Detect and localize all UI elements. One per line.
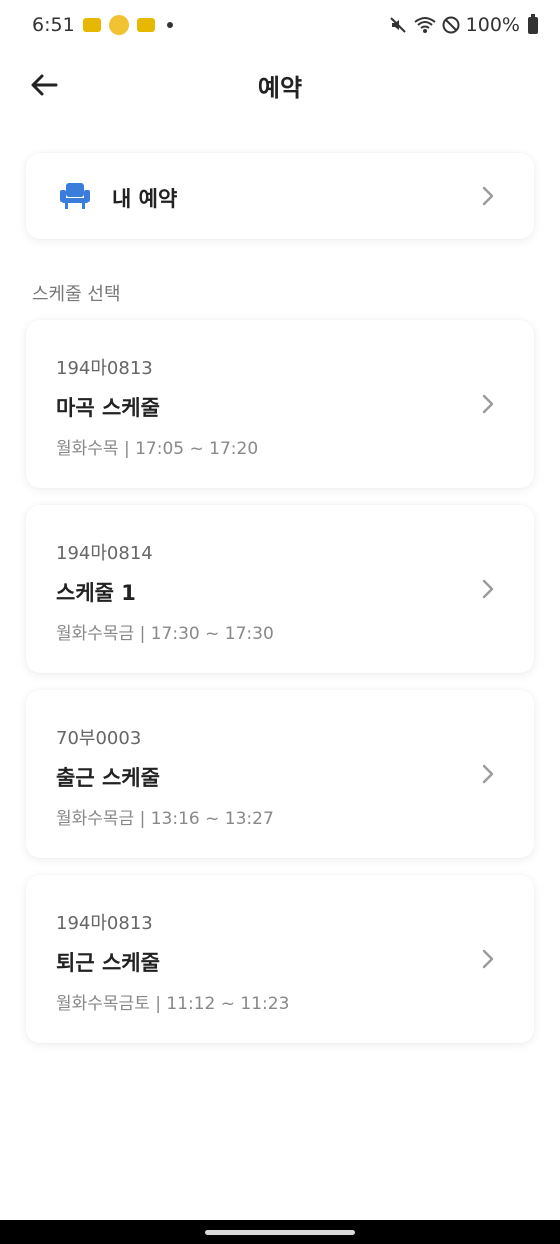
more-notifications-icon: [166, 22, 173, 28]
notification-icon: [108, 15, 129, 35]
schedule-name: 출근 스케줄: [56, 766, 160, 790]
status-right: 100%: [388, 13, 538, 36]
seat-icon: [60, 183, 90, 209]
my-reservation-card[interactable]: 내 예약: [26, 153, 534, 239]
vehicle-plate: 194마0814: [56, 543, 153, 564]
schedule-time: 월화수목금 | 17:30 ~ 17:30: [56, 624, 274, 644]
vehicle-plate: 194마0813: [56, 358, 153, 379]
home-gesture-handle[interactable]: [205, 1230, 355, 1235]
battery-percent: 100%: [465, 14, 520, 36]
chevron-right-icon: [482, 186, 494, 206]
chevron-right-icon: [482, 764, 494, 784]
vehicle-plate: 194마0813: [56, 913, 153, 934]
schedule-name: 마곡 스케줄: [56, 396, 160, 420]
status-left: 6:51: [32, 14, 173, 36]
schedule-time: 월화수목금 | 13:16 ~ 13:27: [56, 809, 274, 829]
reservation-screen: 6:51 100% 예약 내 예약 스케줄 선택 194마0813 마곡 스케줄…: [0, 0, 560, 1244]
arrow-left-icon: [31, 74, 58, 96]
back-button[interactable]: [26, 67, 62, 103]
mute-icon: [389, 17, 406, 33]
app-header: 예약: [0, 50, 560, 120]
wifi-icon: [414, 17, 436, 33]
schedule-name: 스케줄 1: [56, 581, 136, 605]
chevron-right-icon: [482, 394, 494, 414]
schedule-name: 퇴근 스케줄: [56, 951, 160, 975]
section-label: 스케줄 선택: [32, 284, 121, 305]
vehicle-plate: 70부0003: [56, 728, 142, 749]
my-reservation-label: 내 예약: [112, 187, 178, 211]
page-title: 예약: [257, 73, 303, 102]
battery-icon: [528, 13, 538, 34]
schedule-time: 월화수목 | 17:05 ~ 17:20: [56, 439, 259, 459]
chevron-right-icon: [482, 579, 494, 599]
system-nav-bar: [0, 1220, 560, 1244]
notification-icon: [82, 18, 101, 32]
notification-icon: [136, 18, 155, 32]
schedule-card[interactable]: 194마0814 스케줄 1 월화수목금 | 17:30 ~ 17:30: [26, 505, 534, 673]
status-time: 6:51: [32, 14, 75, 36]
schedule-card[interactable]: 70부0003 출근 스케줄 월화수목금 | 13:16 ~ 13:27: [26, 690, 534, 858]
schedule-card[interactable]: 194마0813 마곡 스케줄 월화수목 | 17:05 ~ 17:20: [26, 320, 534, 488]
schedule-time: 월화수목금토 | 11:12 ~ 11:23: [56, 994, 290, 1014]
status-bar: 6:51 100%: [0, 0, 560, 50]
do-not-disturb-icon: [442, 16, 460, 34]
schedule-card[interactable]: 194마0813 퇴근 스케줄 월화수목금토 | 11:12 ~ 11:23: [26, 875, 534, 1043]
chevron-right-icon: [482, 949, 494, 969]
